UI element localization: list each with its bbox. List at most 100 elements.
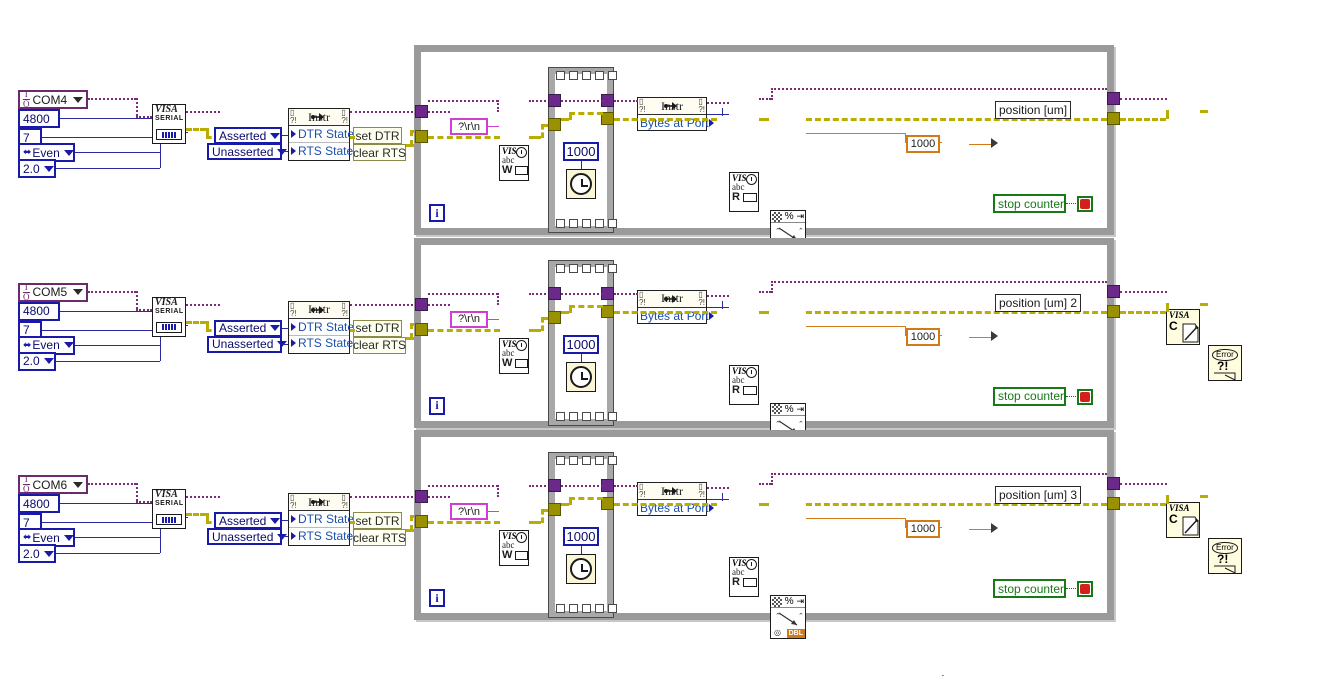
loop-tunnel-error-out [1107, 112, 1120, 125]
wire-seq-err-b [569, 497, 603, 500]
chevron-down-icon[interactable] [63, 149, 74, 156]
serial-plug-icon [156, 514, 182, 525]
chevron-down-icon[interactable] [43, 550, 54, 557]
visa-write-node[interactable]: VISA abc W [499, 530, 529, 566]
wait-ms-constant[interactable]: 1000 [563, 334, 599, 354]
dtr-state-label: DTR State [298, 319, 355, 334]
clock-badge-icon [746, 559, 757, 570]
chevron-down-icon[interactable] [73, 96, 83, 103]
input-arrow-icon [291, 130, 296, 138]
property-row-dtr[interactable]: DTR State [289, 511, 354, 527]
multiplier-constant[interactable]: 1000 [906, 135, 940, 153]
write-string-constant[interactable]: ?\r\n [450, 503, 488, 520]
visa-property-node-dtr-rts[interactable]: ▯?!Instr▯?!DTR StateRTS State [288, 300, 354, 354]
sequence-tab [595, 456, 604, 465]
wait-ms-constant[interactable]: 1000 [563, 527, 599, 546]
chevron-down-icon[interactable] [73, 481, 83, 488]
visa-resource-control[interactable]: I O COM4 [18, 90, 88, 109]
stop-loop-terminal[interactable] [1077, 581, 1093, 597]
baud-rate-control[interactable]: 4800 [18, 109, 60, 128]
visa-property-node-bytes-at-port[interactable]: ▯?!Instr▯?!Bytes at Port [637, 482, 714, 516]
wire-stop-v [160, 537, 161, 553]
seq-tunnel-error-in [548, 503, 561, 516]
write-string-constant[interactable]: ?\r\n [450, 310, 488, 328]
wire-wait [581, 161, 582, 169]
seq-tunnel-visa-in [548, 286, 561, 300]
wire-err-v [206, 128, 209, 136]
wire-err-post-write [529, 521, 541, 524]
clock-badge-icon [516, 147, 527, 158]
multiplier-constant[interactable]: 1000 [906, 520, 940, 538]
property-row-dtr[interactable]: DTR State [289, 126, 354, 142]
dtr-state-control[interactable]: Asserted [214, 127, 282, 144]
wait-ms-function[interactable] [566, 554, 596, 584]
sequence-tab [608, 604, 617, 613]
svg-text:⌃: ⌃ [798, 612, 803, 620]
baud-rate-control[interactable]: 4800 [18, 301, 60, 321]
visa-property-node-dtr-rts[interactable]: ▯?!Instr▯?!DTR StateRTS State [288, 493, 354, 546]
rts-state-control[interactable]: Unasserted [207, 143, 288, 160]
property-row-dtr[interactable]: DTR State [289, 319, 354, 335]
plug-pin [168, 324, 170, 330]
visa-property-node-bytes-at-port[interactable]: ▯?!Instr▯?!Bytes at Port [637, 97, 714, 131]
visa-read-node[interactable]: VISA abc R [729, 557, 759, 597]
parity-value: Even [32, 530, 60, 545]
stop-bits-control[interactable]: 2.0 [18, 544, 56, 563]
wire-visa-res-v [136, 98, 138, 116]
stop-bits-value: 2.0 [23, 161, 40, 176]
write-letter: W [500, 165, 528, 176]
chevron-down-icon[interactable] [43, 165, 54, 172]
visa-configure-serial-port-node[interactable]: VISA SERIAL [152, 104, 186, 144]
wire-visa-res-h [88, 290, 136, 293]
chevron-down-icon[interactable] [43, 358, 54, 364]
plug-pin [168, 516, 170, 523]
wire-err-seg [350, 136, 355, 139]
wire-visa-to-loop [350, 111, 413, 113]
property-row-rts[interactable]: RTS State [289, 334, 353, 351]
baud-rate-value: 4800 [23, 496, 50, 511]
dtr-state-control[interactable]: Asserted [214, 512, 282, 529]
wire-scan-result [806, 133, 905, 134]
scan-from-string-node[interactable]: %⇥⌃⌃◎DBL [770, 595, 806, 639]
wire-visa-in-seg [428, 111, 450, 113]
chevron-down-icon[interactable] [73, 289, 83, 295]
property-row-rts[interactable]: RTS State [289, 142, 353, 158]
rts-state-control[interactable]: Unasserted [207, 528, 288, 545]
wire-databits [42, 137, 160, 138]
chevron-down-icon[interactable] [63, 534, 74, 541]
stop-counter-control[interactable]: stop counter [993, 579, 1066, 598]
serial-plug-icon [156, 129, 182, 140]
visa-property-node-bytes-at-port[interactable]: ▯?!Instr▯?!Bytes at Port [637, 289, 714, 324]
chevron-down-icon[interactable] [270, 517, 281, 524]
stop-bits-control[interactable]: 2.0 [18, 351, 56, 371]
sequence-tab [608, 263, 617, 273]
io-fraction-icon: IO [23, 281, 30, 302]
visa-property-node-dtr-rts[interactable]: ▯?!Instr▯?!DTR StateRTS State [288, 108, 354, 161]
chain-link-icon [664, 294, 678, 305]
baud-rate-control[interactable]: 4800 [18, 494, 60, 513]
chevron-down-icon[interactable] [270, 325, 281, 331]
write-string-constant[interactable]: ?\r\n [450, 118, 488, 135]
visa-resource-control[interactable]: I O COM5 [18, 281, 88, 302]
visa-resource-control[interactable]: I O COM6 [18, 475, 88, 494]
dtr-state-control[interactable]: Asserted [214, 319, 282, 337]
chevron-down-icon[interactable] [270, 132, 281, 139]
visa-write-node[interactable]: VISA abc W [499, 337, 529, 374]
plug-pin [171, 131, 173, 138]
wire-bytecount-v [722, 493, 723, 501]
visa-write-node[interactable]: VISA abc W [499, 145, 529, 181]
terminal-icon-left: ▯?! [639, 97, 646, 114]
chevron-down-icon[interactable] [63, 342, 74, 348]
position-indicator-label: position [um] 2 [995, 293, 1082, 312]
property-row-rts[interactable]: RTS State [289, 527, 353, 543]
visa-configure-serial-port-node[interactable]: VISA SERIAL [152, 489, 186, 529]
wire-visa-top [428, 485, 498, 487]
wire-visa-res-h2 [136, 308, 152, 311]
wait-ms-constant[interactable]: 1000 [563, 142, 599, 161]
rts-state-control[interactable]: Unasserted [207, 335, 288, 353]
scan-output-type-tag: DBL [786, 629, 805, 638]
wire-string [488, 511, 499, 512]
stop-bits-control[interactable]: 2.0 [18, 159, 56, 178]
visa-configure-serial-port-node[interactable]: VISA SERIAL [152, 296, 186, 337]
multiplier-constant[interactable]: 1000 [906, 327, 940, 346]
